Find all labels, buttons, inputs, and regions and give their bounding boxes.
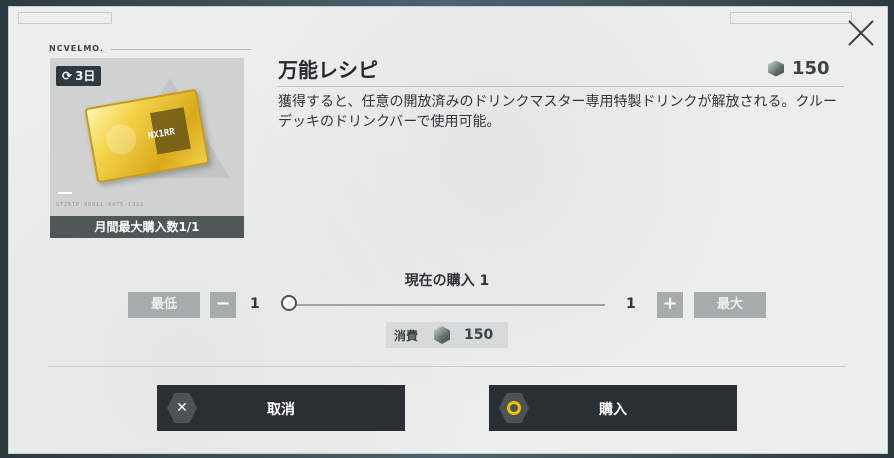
cancel-button[interactable]: ✕ 取消 [157,385,405,431]
decor-frame [18,12,112,24]
image-indicator [58,192,72,194]
decor-frame [730,12,852,24]
item-price: 150 [768,58,830,79]
divider [48,366,846,367]
increment-button[interactable]: + [657,292,683,318]
timer-label: 3日 [75,69,96,83]
quantity-max-value: 1 [626,296,636,312]
item-title: 万能レシピ [278,58,378,82]
buy-label: 購入 [599,402,627,418]
buy-button[interactable]: 購入 [489,385,737,431]
item-description: 獲得すると、任意の開放済みのドリンクマスター専用特製ドリンクが解放される。クルー… [278,94,838,130]
quantity-min-value: 1 [250,296,260,312]
serial-number: ST25TP-BR011-0475-1311 [56,202,145,208]
decrement-button[interactable]: − [210,292,236,318]
min-button[interactable]: 最低 [128,292,200,318]
title-divider [278,86,844,87]
refresh-icon: ⟳ [62,69,73,83]
close-button[interactable] [846,18,876,48]
monthly-limit-label: 月間最大購入数1/1 [50,216,244,238]
currency-gem-icon [434,326,451,344]
cancel-label: 取消 [267,402,295,418]
brand-label: NCVELMO. [49,44,104,53]
purchase-dialog: NCVELMO. ⟳ 3日 NX1RR ST25TP-BR011-0475-13… [8,6,888,454]
item-image: ⟳ 3日 NX1RR ST25TP-BR011-0475-1311 [50,58,244,216]
slider-handle[interactable] [281,295,297,311]
cost-display: 消費 150 [386,322,508,348]
cost-value: 150 [464,327,494,343]
current-purchase-label: 現在の購入 1 [404,273,490,289]
cost-label: 消費 [394,328,419,343]
timer-badge: ⟳ 3日 [56,66,102,86]
max-button[interactable]: 最大 [694,292,766,318]
currency-gem-icon [768,60,784,77]
divider [111,49,251,50]
card-emblem [103,122,139,157]
price-value: 150 [792,58,830,79]
quantity-slider[interactable] [290,304,605,306]
